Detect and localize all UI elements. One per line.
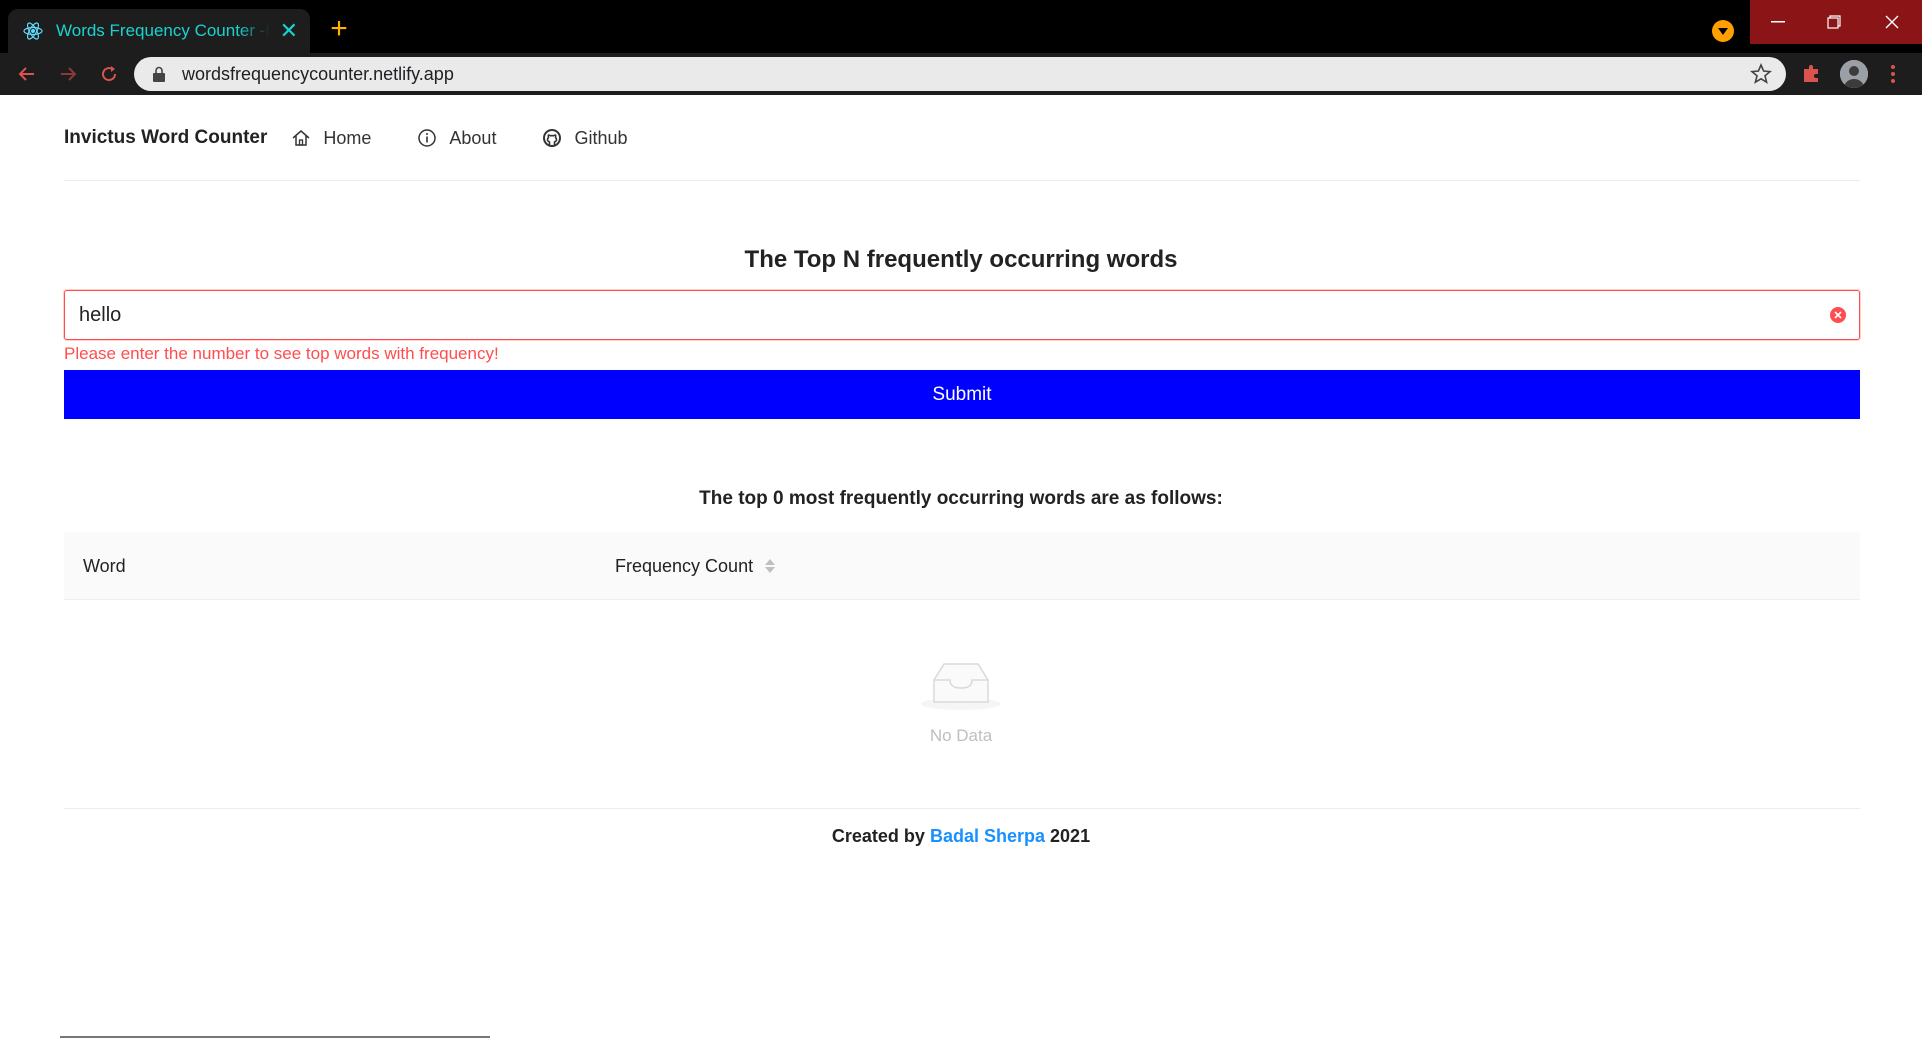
back-arrow-icon[interactable] xyxy=(14,61,40,87)
browser-tab-strip: Words Frequency Counter -Badal Sherpa ✕ … xyxy=(0,0,1922,53)
close-window-icon[interactable] xyxy=(1862,0,1922,44)
top-navigation: Invictus Word Counter Home About Github xyxy=(64,96,1860,181)
empty-text: No Data xyxy=(929,726,993,745)
reload-icon[interactable] xyxy=(96,61,122,87)
top-n-input[interactable] xyxy=(65,291,1829,339)
nav-link-home[interactable]: Home xyxy=(291,128,371,149)
results-table-header: Word Frequency Count xyxy=(64,532,1860,600)
minimize-window-icon[interactable] xyxy=(1750,0,1806,44)
nav-link-label: Home xyxy=(323,127,372,148)
footer-divider xyxy=(64,808,1860,809)
react-favicon-icon xyxy=(22,20,44,42)
column-header-label: Frequency Count xyxy=(615,555,754,576)
column-header-frequency[interactable]: Frequency Count xyxy=(615,532,776,600)
empty-state: No Data xyxy=(0,656,1922,746)
info-icon xyxy=(417,128,437,148)
nav-link-github[interactable]: Github xyxy=(542,127,628,149)
footer: Created by Badal Sherpa 2021 xyxy=(0,826,1922,847)
browser-tab[interactable]: Words Frequency Counter -Badal Sherpa ✕ xyxy=(8,9,310,53)
profile-avatar[interactable] xyxy=(1840,60,1868,88)
lock-icon[interactable] xyxy=(152,66,166,82)
validation-error: Please enter the number to see top words… xyxy=(64,344,499,363)
media-indicator-icon[interactable] xyxy=(1712,20,1734,42)
submit-button[interactable]: Submit xyxy=(64,370,1860,419)
restore-window-icon[interactable] xyxy=(1806,0,1862,44)
nav-link-label: About xyxy=(449,127,497,148)
page-title: The Top N frequently occurring words xyxy=(744,246,1178,273)
url-text: wordsfrequencycounter.netlify.app xyxy=(182,63,454,84)
extensions-puzzle-icon[interactable] xyxy=(1800,61,1826,87)
empty-inbox-icon xyxy=(920,656,1002,712)
browser-toolbar: wordsfrequencycounter.netlify.app xyxy=(0,53,1922,95)
github-icon xyxy=(542,128,562,148)
home-icon xyxy=(291,128,311,148)
forward-arrow-icon[interactable] xyxy=(55,61,81,87)
nav-link-label: Github xyxy=(574,127,628,148)
clear-input-icon[interactable] xyxy=(1829,306,1847,324)
footer-year: 2021 xyxy=(1050,826,1091,846)
footer-prefix: Created by xyxy=(831,826,925,846)
nav-link-about[interactable]: About xyxy=(417,128,496,149)
column-header-word: Word xyxy=(83,555,126,576)
tab-close-icon[interactable]: ✕ xyxy=(280,20,298,42)
bookmark-star-icon[interactable] xyxy=(1750,63,1772,85)
brand-title: Invictus Word Counter xyxy=(64,127,268,148)
results-heading: The top 0 most frequently occurring word… xyxy=(699,488,1223,509)
browser-menu-icon[interactable] xyxy=(1880,61,1906,87)
sort-caret-icon[interactable] xyxy=(765,559,776,573)
author-link[interactable]: Badal Sherpa xyxy=(930,826,1045,846)
address-bar[interactable]: wordsfrequencycounter.netlify.app xyxy=(134,57,1786,91)
number-input-wrapper xyxy=(64,290,1860,340)
new-tab-icon[interactable]: + xyxy=(324,14,354,44)
scrollbar-indicator[interactable] xyxy=(60,1036,490,1038)
tab-title: Words Frequency Counter -Badal Sherpa xyxy=(56,21,270,40)
